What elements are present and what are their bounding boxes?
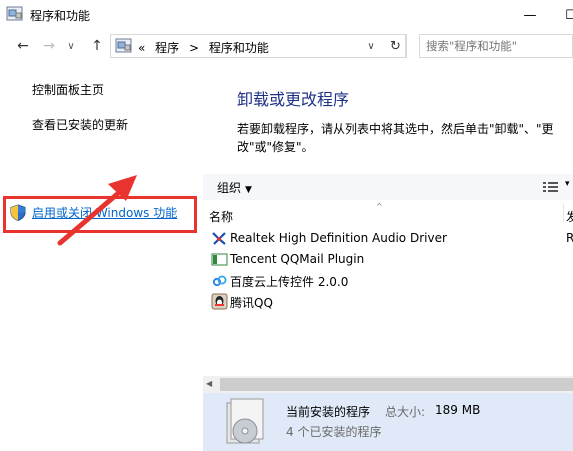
chevron-down-icon: ∨ [367,40,375,52]
recent-locations-button[interactable]: ∨ [60,36,82,56]
control-panel-icon [115,38,132,53]
organize-label: 组织 [217,181,242,195]
search-input[interactable] [420,35,572,57]
column-divider[interactable] [563,204,564,222]
program-row[interactable]: Realtek High Definition Audio Driver R [203,228,573,249]
program-name: Tencent QQMail Plugin [230,252,365,266]
column-header-publisher[interactable]: 发 [566,208,573,225]
program-name: 百度云上传控件 2.0.0 [230,275,349,289]
breadcrumb-item-programs[interactable]: 程序 [155,41,179,55]
details-pane: 当前安装的程序 总大小: 189 MB 4 个已安装的程序 [203,393,573,451]
page-description: 若要卸载程序，请从列表中将其选中，然后单击"卸载"、"更改"或"修复"。 [237,122,554,154]
left-task-pane: 控制面板主页 查看已安装的更新 启用或关闭 Windows 功能 [0,62,203,451]
up-button[interactable]: ↑ [86,36,108,56]
program-row[interactable]: Tencent QQMail Plugin [203,249,573,270]
column-header-name[interactable]: 名称 [209,208,233,225]
caret-down-icon: ▼ [245,185,252,195]
view-options-icon[interactable] [541,179,561,195]
refresh-button[interactable]: ↻ [385,34,407,58]
title-bar: 程序和功能 — ☐ [0,0,573,30]
chevron-down-icon: ∨ [67,40,75,52]
windows-features-link-text[interactable]: 启用或关闭 Windows 功能 [32,204,177,221]
back-arrow-icon: ← [17,38,29,54]
installed-count: 4 个已安装的程序 [286,425,382,439]
navigation-bar: ← → ∨ ↑ « 程序 > 程序和功能 ∨ ↻ [0,30,573,62]
command-bar: 组织 ▼ ▾ [203,174,573,200]
realtek-icon [212,232,226,245]
program-name: Realtek High Definition Audio Driver [230,231,447,245]
windows-features-link[interactable]: 启用或关闭 Windows 功能 [10,204,177,221]
page-title: 卸载或更改程序 [237,90,350,109]
address-dropdown-button[interactable]: ∨ [359,35,383,57]
view-dropdown-icon[interactable]: ▾ [565,179,570,189]
column-header-row: ^ 名称 发 [203,202,573,224]
qq-icon [211,293,228,310]
installed-programs-icon [226,398,264,444]
total-size-value: 189 MB [435,403,481,417]
search-box[interactable] [419,34,573,58]
program-row[interactable]: 百度云上传控件 2.0.0 [203,270,573,291]
forward-button[interactable]: → [38,36,60,56]
minimize-button[interactable]: — [507,0,553,30]
forward-arrow-icon: → [43,38,55,54]
baidu-cloud-icon [212,275,227,287]
uac-shield-icon [10,204,26,221]
scroll-left-icon[interactable]: ◀ [206,379,212,388]
refresh-icon: ↻ [390,38,401,54]
programs-features-icon [6,6,23,21]
window-title: 程序和功能 [30,9,91,23]
program-publisher: R [566,231,573,245]
scrollbar-thumb[interactable] [220,378,573,391]
control-panel-home-link[interactable]: 控制面板主页 [32,81,104,98]
back-button[interactable]: ← [12,36,34,56]
breadcrumb-item-programs-features[interactable]: 程序和功能 [209,41,269,55]
horizontal-scrollbar[interactable]: ◀ [203,376,573,393]
sort-ascending-icon: ^ [376,202,383,211]
view-installed-updates-link[interactable]: 查看已安装的更新 [32,116,128,133]
maximize-button[interactable]: ☐ [548,0,573,30]
main-content: 卸载或更改程序 若要卸载程序，请从列表中将其选中，然后单击"卸载"、"更改"或"… [203,62,573,451]
address-bar[interactable]: « 程序 > 程序和功能 ∨ [110,34,406,58]
total-size-label: 总大小: [385,405,426,419]
up-arrow-icon: ↑ [91,38,103,54]
details-title: 当前安装的程序 [286,405,371,419]
breadcrumb-separator[interactable]: > [189,41,199,55]
breadcrumb-prefix[interactable]: « [138,41,145,55]
qqmail-icon [211,253,228,266]
program-name: 腾讯QQ [230,296,273,310]
program-row[interactable]: 腾讯QQ [203,291,573,312]
organize-menu-button[interactable]: 组织 ▼ [217,179,252,196]
breadcrumb: « 程序 > 程序和功能 [138,39,275,56]
